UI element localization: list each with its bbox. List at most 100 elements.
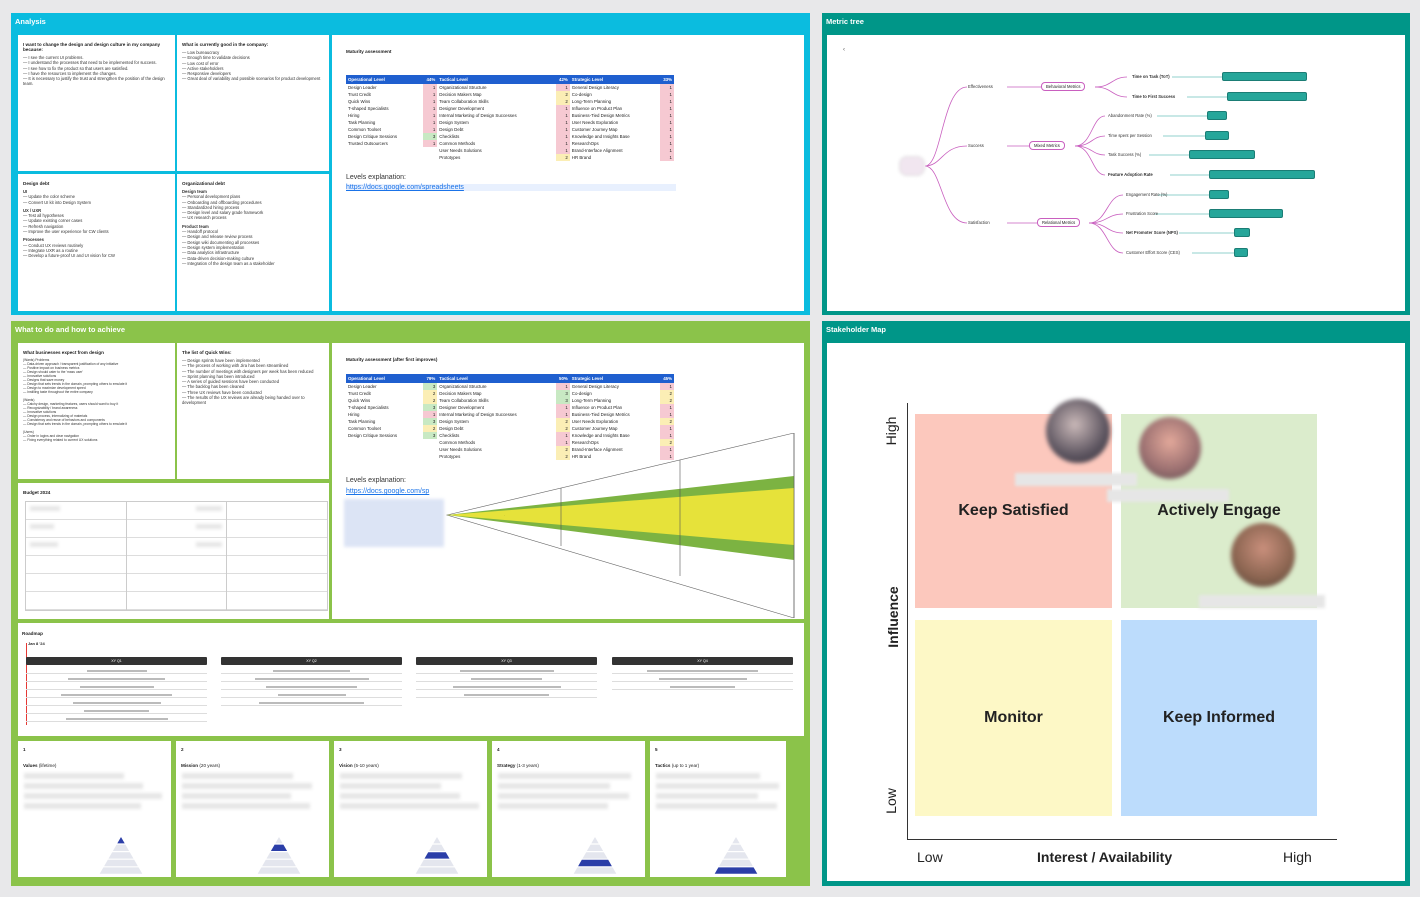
criterion-cell: Co-design (571, 391, 592, 396)
score-cell: 1 (660, 126, 674, 133)
table-row: Prototypes 2 HR Brand 1 (346, 154, 674, 161)
quadrant-keep-informed: Keep Informed (1121, 620, 1317, 816)
metric-tree-canvas[interactable]: ‹ Effectiveness Success Satisfaction Beh… (827, 35, 1405, 311)
criterion-cell: Team Collaboration Skills (439, 398, 489, 403)
pyramid-card[interactable]: 3 Vision (5-10 years) (334, 741, 487, 877)
table-row: Quick Wins 1 Team Collaboration Skills 2 Lon… (346, 98, 674, 105)
score-cell: 1 (660, 84, 674, 91)
score-cell: 1 (423, 140, 438, 147)
metric-bar (1227, 92, 1307, 101)
score-cell: 2 (660, 390, 674, 397)
table-row: T-shaped Specialists 1 Designer Developmen… (346, 105, 674, 112)
score-cell: 2 (423, 425, 438, 432)
score-cell (423, 147, 437, 154)
score-cell: 2 (555, 91, 570, 98)
maturity2-card[interactable]: Maturity assessment (after first improve… (332, 343, 804, 619)
levels-link[interactable]: https://docs.google.com/sp (346, 488, 429, 495)
level-score: 45% (660, 374, 674, 383)
score-cell: 1 (660, 154, 674, 161)
pyramid-card[interactable]: 4 Strategy (1-3 years) (492, 741, 645, 877)
score-cell: 3 (555, 397, 570, 404)
criterion-cell: Customer Journey Map (571, 426, 618, 431)
x-high-label: High (1283, 849, 1312, 865)
stakeholder-canvas[interactable]: Keep Satisfied Actively Engage Monitor K… (827, 343, 1405, 881)
quarter-header: XY Q1 (26, 657, 207, 665)
level-header: Strategic Level (569, 75, 660, 84)
avatar[interactable] (1046, 399, 1110, 463)
branch-success: Success (968, 143, 984, 148)
quick-wins-card[interactable]: The list of Quick Wins: — Design sprints… (177, 343, 329, 479)
frame-title: Stakeholder Map (826, 325, 887, 334)
score-cell: 2 (555, 154, 570, 161)
what-to-do-frame[interactable]: What to do and how to achieve What busin… (11, 321, 810, 886)
score-cell: 3 (423, 432, 438, 439)
metric-tree-frame[interactable]: Metric tree ‹ Effectiveness Success Sati… (822, 13, 1410, 315)
criterion-cell: ResearchOps (571, 141, 599, 146)
table-row: Common Toolset 2 Design Debt 2 Customer Jour… (346, 425, 674, 432)
stakeholder-frame[interactable]: Stakeholder Map Keep Satisfied Actively … (822, 321, 1410, 886)
score-cell: 1 (555, 147, 570, 154)
score-cell: 3 (423, 133, 438, 140)
criterion-cell: Prototypes (439, 155, 461, 160)
design-debt-card[interactable]: Design debt UI — Update the color scheme… (18, 174, 175, 311)
maturity-card[interactable]: Maturity assessment Operational Level 44%… (332, 35, 804, 311)
criterion-cell: Business-Tied Design Metrics (571, 113, 630, 118)
score-cell: 3 (555, 390, 570, 397)
score-cell: 2 (555, 98, 570, 105)
levels-link[interactable]: https://docs.google.com/spreadsheets (346, 184, 676, 191)
criterion-cell: Decision Makers Map (439, 391, 482, 396)
criterion-cell (346, 453, 423, 460)
step-number: 3 (339, 747, 342, 752)
pyramid-card[interactable]: 5 Tactics (up to 1 year) (650, 741, 786, 877)
analysis-frame[interactable]: Analysis I want to change the design and… (11, 13, 810, 315)
score-cell: 1 (423, 105, 438, 112)
table-row: Hiring 1 Internal Marketing of Design Succ… (346, 411, 674, 418)
blurred-image (344, 499, 444, 547)
avatar[interactable] (1139, 417, 1201, 479)
criterion-cell (346, 147, 423, 154)
level-header: Strategic Level (569, 374, 660, 383)
score-cell: 1 (555, 105, 570, 112)
org-debt-card[interactable]: Organizational debt Design team — Person… (177, 174, 329, 311)
criterion-cell: Quick Wins (348, 398, 371, 403)
currently-good-card[interactable]: What is currently good in the company: —… (177, 35, 329, 171)
avatar[interactable] (1231, 523, 1295, 587)
score-cell: 2 (423, 397, 438, 404)
pyramid-card[interactable]: 1 Values (lifetime) (18, 741, 171, 877)
criterion-cell: Design Debt (439, 426, 464, 431)
stakeholder-name (1015, 473, 1137, 486)
score-cell: 1 (555, 112, 570, 119)
x-low-label: Low (917, 849, 943, 865)
section-body: — Update the color scheme — Convert UI k… (23, 194, 91, 205)
criterion-cell: Design System (439, 120, 469, 125)
step-title: Vision (339, 763, 353, 768)
card-title: Roadmap (22, 631, 43, 636)
strategy-pyramid-icon (714, 837, 758, 874)
metric-feature-adoption: Feature Adoption Rate (1108, 172, 1153, 177)
score-cell: 1 (555, 119, 570, 126)
metric-frustration: Frustration Score (1126, 211, 1159, 216)
growth-funnel: · (445, 433, 795, 618)
branch-effectiveness: Effectiveness (968, 84, 993, 89)
pyramid-card[interactable]: 2 Mission (20 years) (176, 741, 329, 877)
section-body: — Conduct UX reviews routinely — Integra… (23, 242, 115, 259)
roadmap-item (26, 708, 207, 714)
section-body: — Handoff protocol — Design and release … (182, 229, 275, 266)
criterion-cell (346, 439, 423, 446)
criterion-cell: Checklists (439, 134, 460, 139)
business-expect-card[interactable]: What businesses expect from design (Want… (18, 343, 175, 479)
roadmap-item (26, 700, 207, 706)
step-title: Mission (181, 763, 199, 768)
score-cell: 1 (660, 105, 674, 112)
why-change-card[interactable]: I want to change the design and design c… (18, 35, 175, 171)
score-cell: 1 (423, 84, 438, 91)
budget-card[interactable]: Budget 2024 (18, 483, 329, 619)
step-number: 5 (655, 747, 658, 752)
score-cell: 1 (660, 425, 674, 432)
score-cell: 3 (423, 404, 438, 411)
table-row: Design Leader 3 Organizational Structure 1 G… (346, 383, 674, 390)
criterion-cell: Designer Development (439, 106, 484, 111)
roadmap-card[interactable]: Roadmap Jan 8 '24 XY Q1 XY Q2 XY Q3 XY Q… (18, 623, 804, 736)
score-cell: 2 (555, 418, 570, 425)
roadmap-item (221, 668, 402, 674)
